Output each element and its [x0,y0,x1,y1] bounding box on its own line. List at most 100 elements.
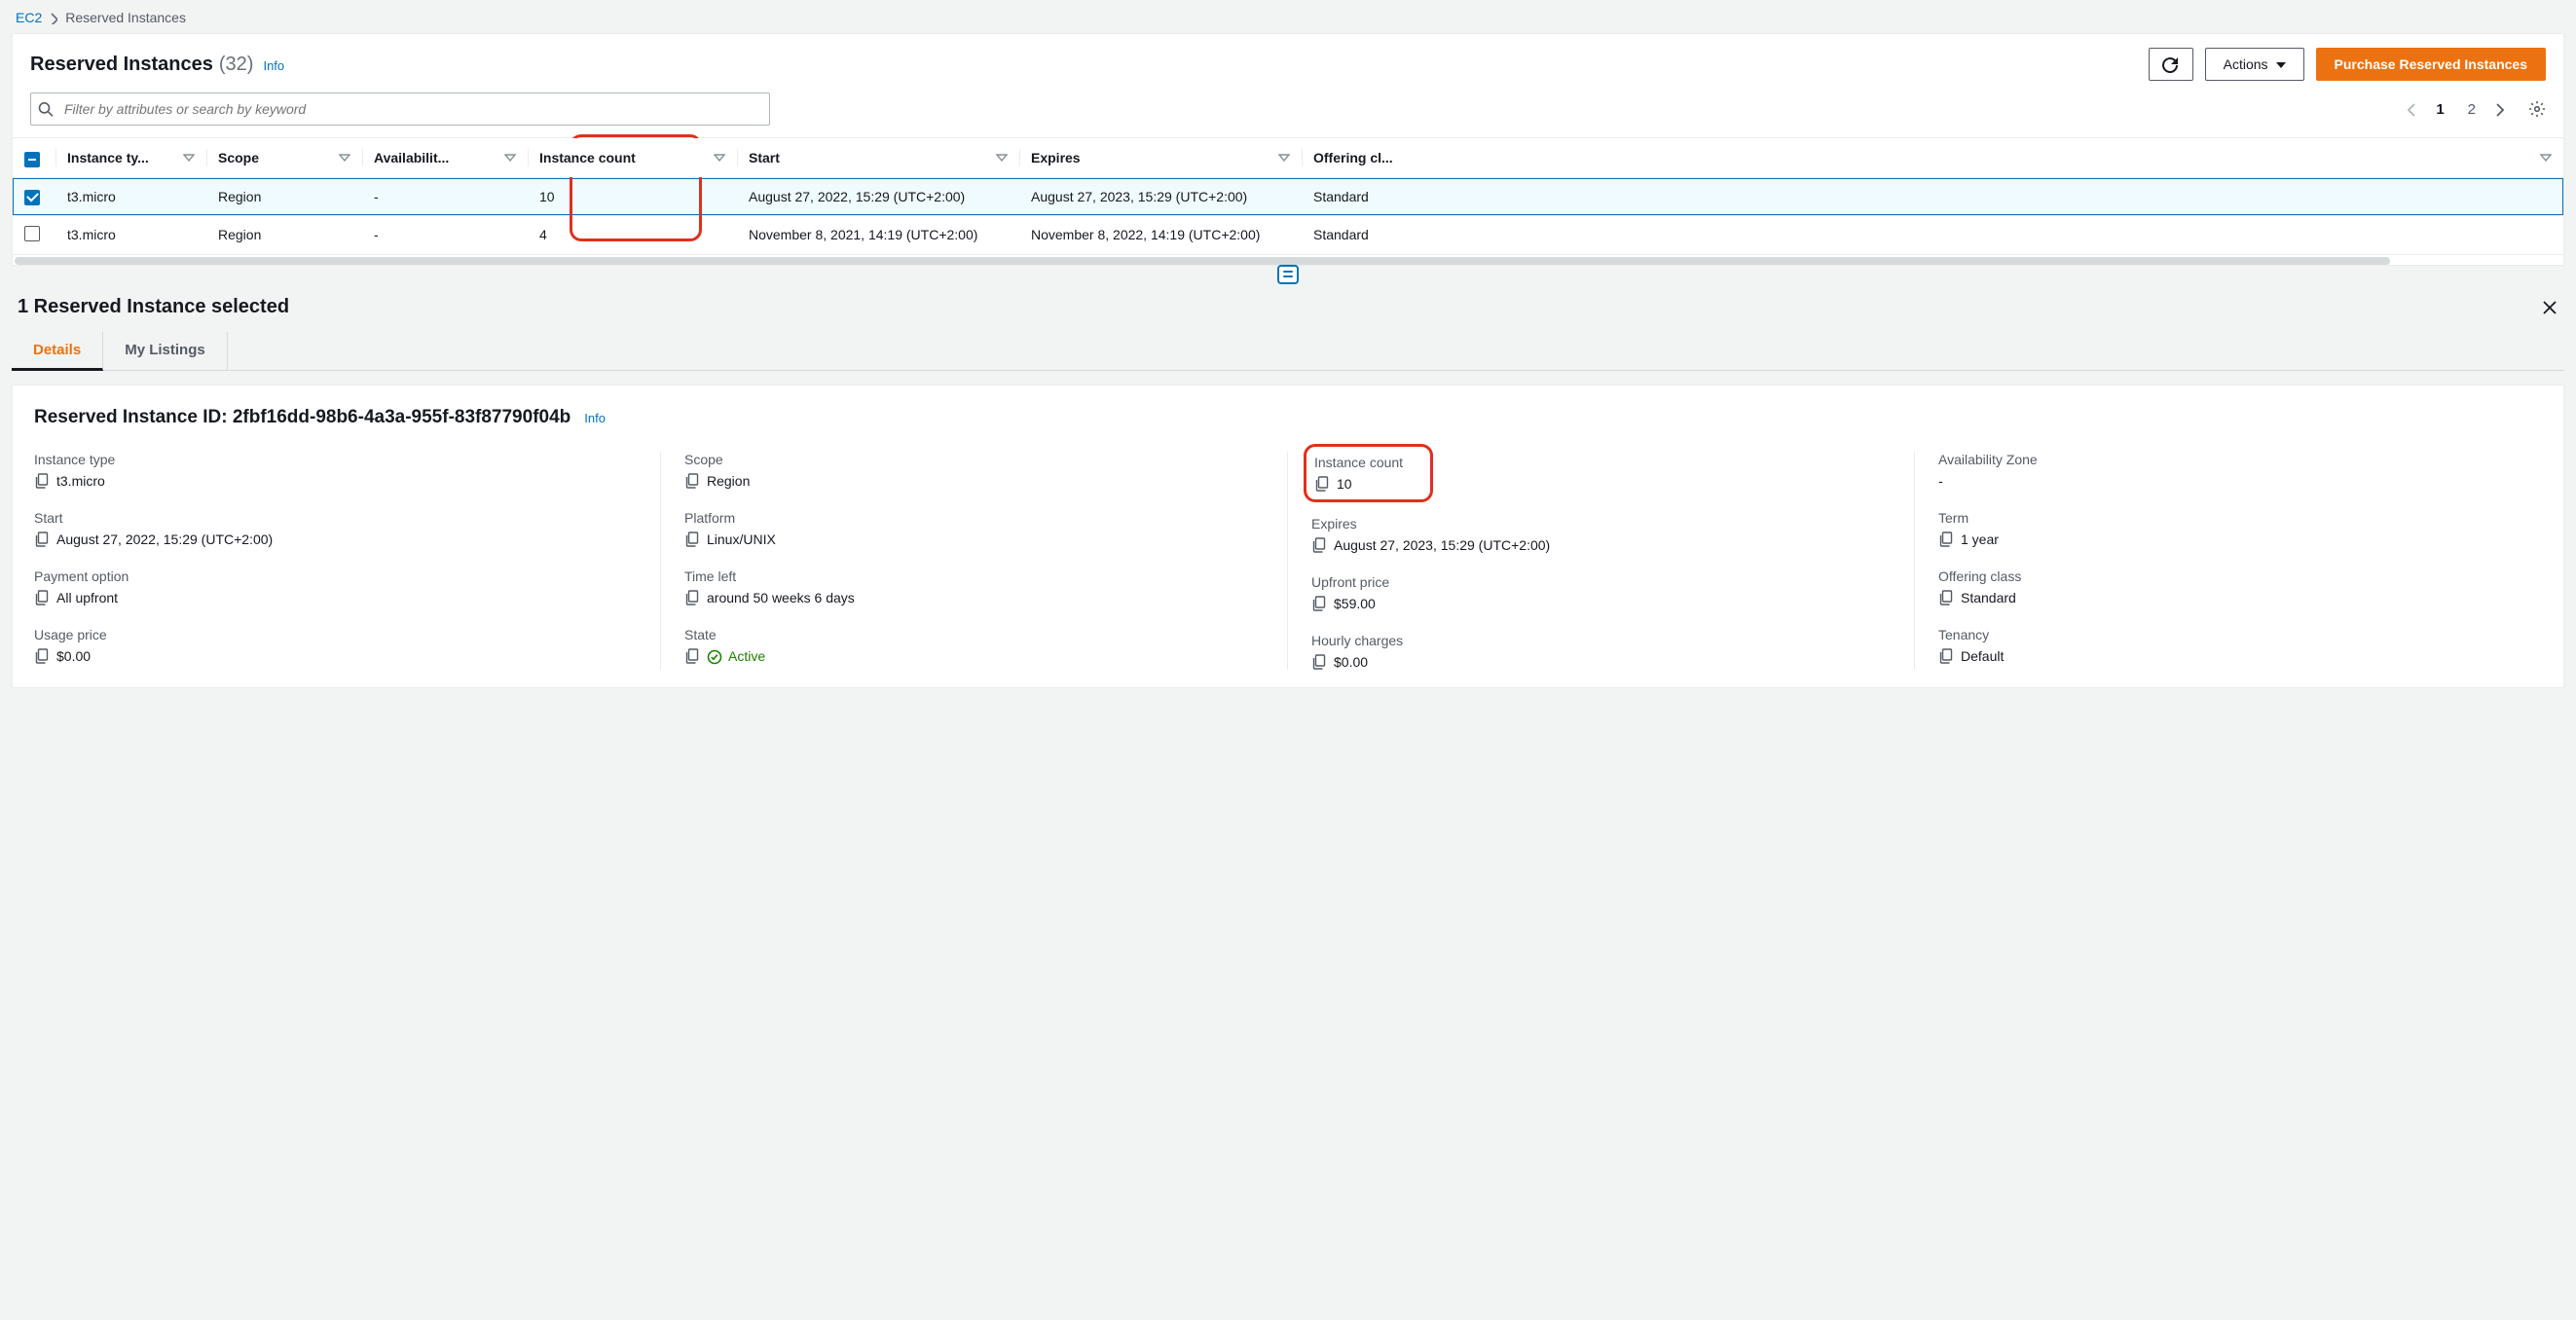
refresh-button[interactable] [2149,48,2193,81]
field-upfront-price: Upfront price $59.00 [1311,574,1891,611]
field-instance-count: Instance count 10 [1311,452,1891,495]
field-platform: Platform Linux/UNIX [684,510,1264,547]
cell-availability: - [362,215,528,254]
settings-button[interactable] [2521,100,2546,118]
field-expires: Expires August 27, 2023, 15:29 (UTC+2:00… [1311,516,1891,553]
filter-icon[interactable] [504,154,516,162]
close-button[interactable] [2543,299,2557,314]
reserved-instances-table: Instance ty... Scope Availabilit... Inst… [13,137,2563,255]
field-start: Start August 27, 2022, 15:29 (UTC+2:00) [34,510,637,547]
copy-button[interactable] [1938,532,1953,547]
cell-start: November 8, 2021, 14:19 (UTC+2:00) [737,215,1019,254]
copy-button[interactable] [684,648,699,664]
copy-button[interactable] [684,532,699,547]
breadcrumb: EC2 Reserved Instances [0,0,2576,33]
copy-button[interactable] [1314,476,1329,492]
tab-details[interactable]: Details [12,332,103,371]
field-tenancy: Tenancy Default [1938,627,2542,664]
field-instance-type: Instance type t3.micro [34,452,637,489]
row-checkbox[interactable] [24,226,40,241]
filter-icon[interactable] [339,154,350,162]
field-term: Term 1 year [1938,510,2542,547]
search-icon [38,100,54,117]
page-next[interactable] [2495,101,2505,118]
caret-down-icon [2276,56,2286,72]
filter-icon[interactable] [996,154,1008,162]
chevron-right-icon [50,10,57,25]
cell-availability: - [362,178,528,216]
breadcrumb-current: Reserved Instances [65,10,186,25]
drag-handle-icon [1277,265,1299,284]
field-payment-option: Payment option All upfront [34,568,637,605]
purchase-button[interactable]: Purchase Reserved Instances [2316,48,2546,81]
info-link[interactable]: Info [263,58,284,73]
selection-title: 1 Reserved Instance selected [18,296,289,318]
actions-button[interactable]: Actions [2205,48,2304,81]
copy-button[interactable] [1311,537,1326,553]
copy-button[interactable] [1311,596,1326,611]
table-header-row: Instance ty... Scope Availabilit... Inst… [13,138,2563,178]
check-circle-icon [707,648,722,665]
tab-listings[interactable]: My Listings [103,332,228,370]
cell-offering: Standard [1302,178,2563,216]
filter-icon[interactable] [2540,154,2552,162]
detail-tabs: Details My Listings [12,332,2564,371]
cell-instance-count: 4 [528,215,737,254]
copy-button[interactable] [34,590,49,605]
page-prev[interactable] [2407,101,2416,118]
gear-icon [2528,100,2546,117]
breadcrumb-root[interactable]: EC2 [16,10,42,25]
copy-button[interactable] [1311,654,1326,670]
cell-scope: Region [206,215,362,254]
col-availability[interactable]: Availabilit... [374,150,449,165]
table-row[interactable]: t3.micro Region - 4 November 8, 2021, 14… [13,215,2563,254]
field-time-left: Time left around 50 weeks 6 days [684,568,1264,605]
copy-button[interactable] [34,473,49,489]
search-box [30,92,770,126]
copy-button[interactable] [34,648,49,664]
copy-button[interactable] [684,473,699,489]
cell-instance-type: t3.micro [55,215,206,254]
copy-button[interactable] [684,590,699,605]
col-instance-count[interactable]: Instance count [539,150,636,165]
annotation-instance-count-field: Instance count 10 [1304,444,1433,502]
search-input[interactable] [30,92,770,126]
cell-start: August 27, 2022, 15:29 (UTC+2:00) [737,178,1019,216]
horizontal-scrollbar[interactable] [15,257,2390,265]
refresh-icon [2162,55,2180,72]
page-2[interactable]: 2 [2464,101,2480,118]
reserved-instances-panel: Reserved Instances (32) Info Actions Pur… [12,33,2564,266]
row-checkbox[interactable] [24,190,40,205]
col-expires[interactable]: Expires [1031,150,1081,165]
copy-button[interactable] [1938,590,1953,605]
field-scope: Scope Region [684,452,1264,489]
pagination: 1 2 [2407,100,2546,118]
info-link[interactable]: Info [584,411,606,425]
field-usage-price: Usage price $0.00 [34,627,637,664]
cell-expires: August 27, 2023, 15:29 (UTC+2:00) [1019,178,1302,216]
field-availability-zone: Availability Zone - [1938,452,2542,489]
copy-button[interactable] [1938,648,1953,664]
table-row[interactable]: t3.micro Region - 10 August 27, 2022, 15… [13,178,2563,216]
split-panel-handle[interactable] [12,265,2564,284]
col-instance-type[interactable]: Instance ty... [67,150,149,165]
copy-button[interactable] [34,532,49,547]
page-title: Reserved Instances (32) Info [30,54,284,76]
close-icon [2543,299,2557,314]
field-offering-class: Offering class Standard [1938,568,2542,605]
filter-icon[interactable] [714,154,725,162]
col-offering[interactable]: Offering cl... [1313,150,1393,165]
col-start[interactable]: Start [749,150,780,165]
col-scope[interactable]: Scope [218,150,259,165]
cell-expires: November 8, 2022, 14:19 (UTC+2:00) [1019,215,1302,254]
field-hourly-charges: Hourly charges $0.00 [1311,633,1891,670]
field-state: State Active [684,627,1264,665]
select-all-checkbox[interactable] [24,152,40,167]
page-1[interactable]: 1 [2432,101,2447,118]
filter-icon[interactable] [1278,154,1290,162]
cell-offering: Standard [1302,215,2563,254]
detail-heading: Reserved Instance ID: 2fbf16dd-98b6-4a3a… [34,407,2542,428]
cell-instance-type: t3.micro [55,178,206,216]
cell-instance-count: 10 [528,178,737,216]
filter-icon[interactable] [183,154,195,162]
